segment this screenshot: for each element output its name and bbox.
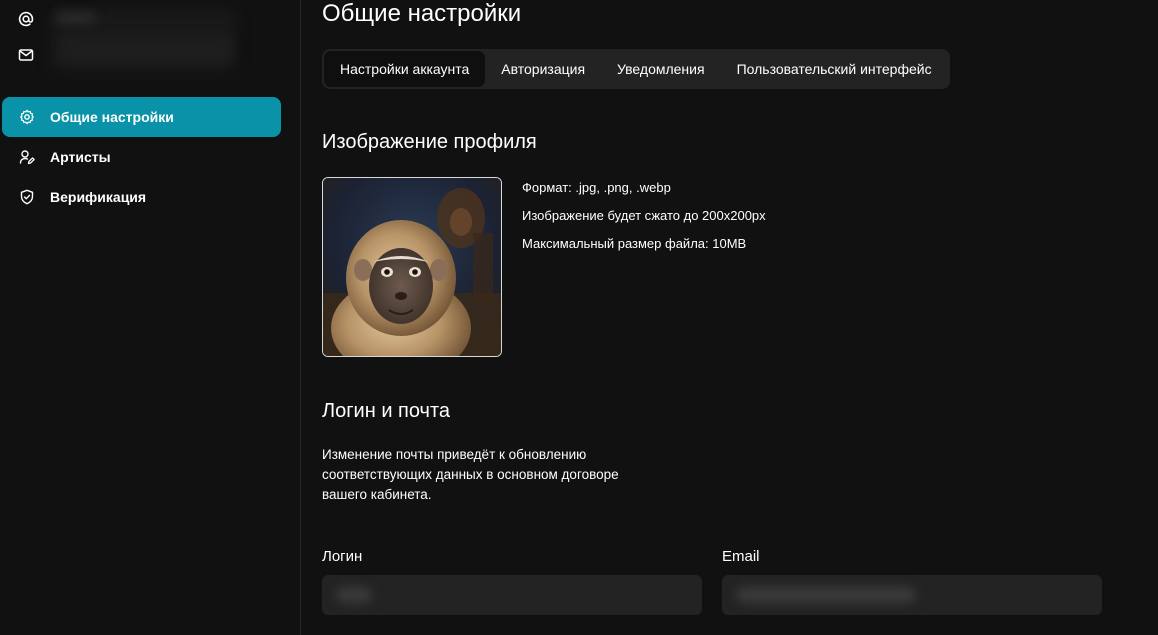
sidebar-item-label: Артисты xyxy=(50,149,111,165)
gear-icon xyxy=(19,109,35,125)
shield-check-icon xyxy=(19,189,35,205)
description-line: Изменение почты приведёт к обновлению xyxy=(322,447,587,462)
sidebar-item-artists[interactable]: Артисты xyxy=(2,137,281,177)
login-label: Логин xyxy=(322,548,363,565)
login-field[interactable] xyxy=(322,575,702,615)
email-change-description: Изменение почты приведёт к обновлению со… xyxy=(322,445,662,505)
redacted-text xyxy=(56,12,96,24)
settings-tabs: Настройки аккаунта Авторизация Уведомлен… xyxy=(322,49,950,89)
user-edit-icon xyxy=(19,149,35,165)
at-sign-icon xyxy=(18,11,34,27)
sidebar-item-general-settings[interactable]: Общие настройки xyxy=(2,97,281,137)
mail-icon xyxy=(18,47,34,63)
redacted-text xyxy=(60,36,232,62)
format-info: Формат: .jpg, .png, .webp xyxy=(522,180,671,195)
sidebar-item-verification[interactable]: Верификация xyxy=(2,177,281,217)
sidebar-item-label: Общие настройки xyxy=(50,109,174,125)
tab-notifications[interactable]: Уведомления xyxy=(601,51,721,87)
tab-account-settings[interactable]: Настройки аккаунта xyxy=(324,51,486,87)
email-label: Email xyxy=(722,548,760,565)
tab-authorization[interactable]: Авторизация xyxy=(485,51,601,87)
profile-avatar[interactable] xyxy=(322,177,502,357)
description-line: вашего кабинета. xyxy=(322,487,432,502)
email-input[interactable] xyxy=(722,575,1102,615)
compression-info: Изображение будет сжато до 200x200px xyxy=(522,208,766,223)
main-content: Общие настройки Настройки аккаунта Автор… xyxy=(302,0,1158,635)
email-field[interactable] xyxy=(722,575,1102,615)
page-title: Общие настройки xyxy=(322,0,522,27)
sidebar: Общие настройки Артисты Верификация xyxy=(0,0,301,635)
profile-image-title: Изображение профиля xyxy=(322,131,537,153)
app-window: Общие настройки Артисты Верификация Общи… xyxy=(0,0,1158,635)
sidebar-nav: Общие настройки Артисты Верификация xyxy=(2,97,281,217)
max-size-info: Максимальный размер файла: 10MB xyxy=(522,236,747,251)
login-input[interactable] xyxy=(322,575,702,615)
login-email-title: Логин и почта xyxy=(322,400,451,422)
description-line: соответствующих данных в основном догово… xyxy=(322,467,619,482)
tab-user-interface[interactable]: Пользовательский интерфейс xyxy=(721,51,948,87)
sidebar-item-label: Верификация xyxy=(50,189,147,205)
image-requirements: Формат: .jpg, .png, .webp Изображение бу… xyxy=(522,178,766,262)
